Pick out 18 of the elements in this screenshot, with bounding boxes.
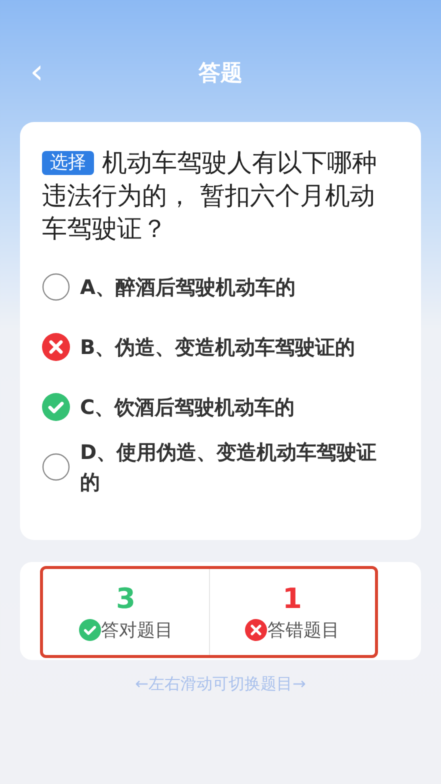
question-text: 选择 机动车驾驶人有以下哪种违法行为的， 暂扣六个月机动车驾驶证？ bbox=[42, 147, 378, 245]
check-icon bbox=[42, 393, 70, 421]
stat-label: 答错题目 bbox=[267, 619, 340, 642]
radio-circle-icon bbox=[42, 273, 70, 301]
cross-icon bbox=[245, 619, 268, 641]
swipe-hint: ←左右滑动可切换题目→ bbox=[134, 674, 307, 695]
radio-circle-icon bbox=[42, 453, 70, 481]
stat-label: 答对题目 bbox=[100, 619, 173, 642]
answer-count: 3 bbox=[116, 582, 136, 616]
answer-option[interactable]: C、饮酒后驾驶机动车的 bbox=[42, 377, 381, 437]
answer-option[interactable]: D、使用伪造、变造机动车驾驶证的 bbox=[42, 437, 381, 497]
answer-option[interactable]: A、醉酒后驾驶机动车的 bbox=[42, 257, 381, 317]
answer-option[interactable]: B、伪造、变造机动车驾驶证的 bbox=[42, 317, 381, 377]
page-title: 答题 bbox=[198, 60, 242, 88]
cross-icon bbox=[42, 333, 70, 361]
answer-count: 1 bbox=[282, 582, 302, 616]
question-type-tag: 选择 bbox=[42, 151, 94, 175]
check-icon bbox=[78, 619, 101, 641]
